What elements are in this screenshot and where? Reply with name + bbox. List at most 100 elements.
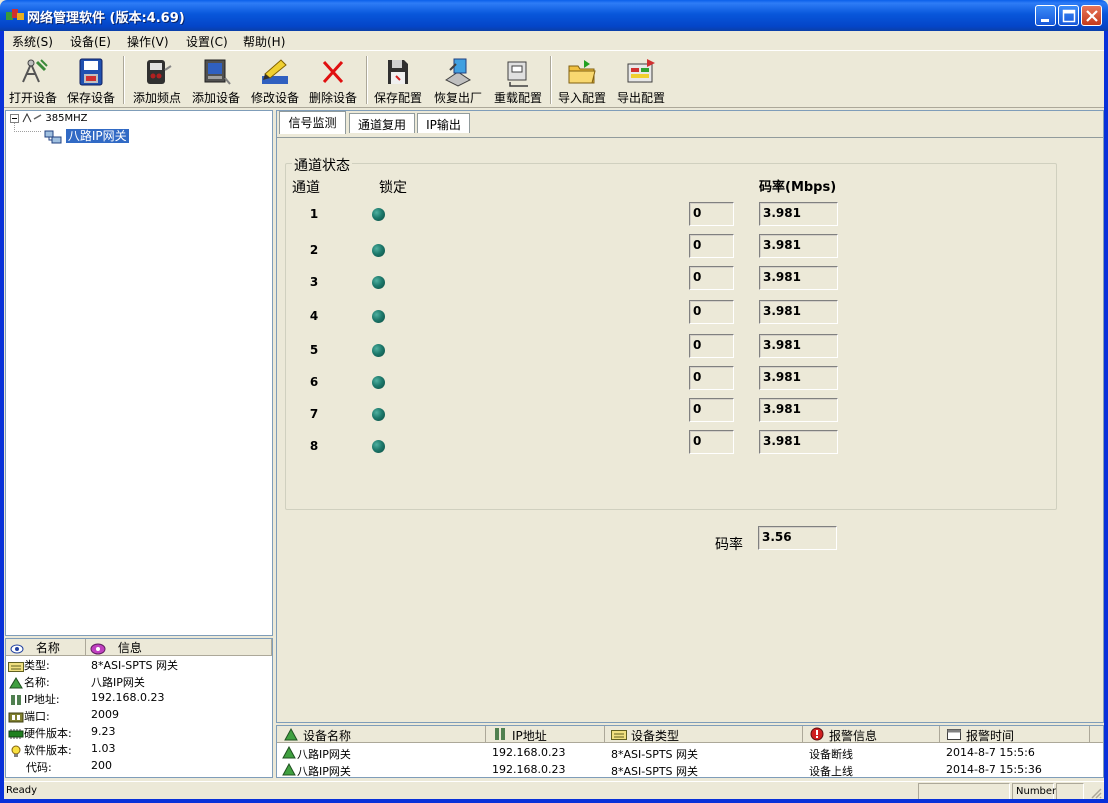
channel-field[interactable]: 0 (689, 398, 734, 422)
info-col-name[interactable]: 名称 (6, 639, 86, 656)
log-col-alarm[interactable]: 报警信息 (803, 726, 940, 743)
minimize-icon (1041, 19, 1049, 22)
import-config-icon (568, 60, 596, 84)
info-value: 八路IP网关 (91, 676, 145, 689)
open-device-button[interactable]: 打开设备 (6, 54, 60, 106)
edit-device-icon (262, 59, 288, 84)
resize-grip-icon[interactable] (1090, 787, 1102, 799)
alarm-log[interactable]: 设备名称 IP地址 设备类型 报警信息 报警时间 八路IP网关 192.168.… (276, 725, 1104, 778)
log-device-name: 八路IP网关 (297, 748, 351, 761)
info-key: 代码: (26, 761, 52, 774)
menu-operate[interactable]: 操作(V) (127, 33, 169, 50)
toolbar-separator (366, 56, 368, 104)
tab-ip-output[interactable]: IP输出 (417, 113, 470, 133)
channel-number: 5 (309, 343, 319, 357)
log-col-label: 报警时间 (966, 729, 1015, 743)
channel-rate-field[interactable]: 3.981 (759, 202, 838, 226)
menu-device[interactable]: 设备(E) (70, 33, 111, 50)
close-icon (1086, 10, 1098, 22)
minimize-button[interactable] (1035, 5, 1056, 26)
tab-channel-mux[interactable]: 通道复用 (349, 113, 415, 133)
log-row[interactable]: 八路IP网关 192.168.0.23 8*ASI-SPTS 网关 设备断线 2… (277, 744, 1103, 761)
channel-rate-field[interactable]: 3.981 (759, 234, 838, 258)
add-frequency-button[interactable]: 添加频点 (128, 54, 186, 106)
channel-status-group: 通道状态 通道 锁定 码率(Mbps) 1 0 3.981 2 0 3.981 … (285, 155, 1057, 510)
close-button[interactable] (1081, 5, 1102, 26)
reload-config-button[interactable]: 重载配置 (490, 54, 546, 106)
open-device-icon (22, 59, 48, 83)
import-config-button[interactable]: 导入配置 (555, 54, 609, 106)
channel-rate-field[interactable]: 3.981 (759, 366, 838, 390)
menu-help[interactable]: 帮助(H) (243, 33, 285, 50)
channel-field[interactable]: 0 (689, 430, 734, 454)
channel-number: 6 (309, 375, 319, 389)
collapse-icon[interactable] (10, 113, 19, 123)
channel-rate-field[interactable]: 3.981 (759, 430, 838, 454)
channel-field[interactable]: 0 (689, 366, 734, 390)
factory-reset-icon (445, 58, 471, 87)
lock-indicator-icon (372, 440, 385, 453)
channel-rate-field[interactable]: 3.981 (759, 398, 838, 422)
tab-signal-monitor[interactable]: 信号监测 (279, 111, 346, 134)
save-device-button[interactable]: 保存设备 (64, 54, 118, 106)
delete-device-icon (322, 60, 344, 84)
info-key: 硬件版本: (24, 727, 72, 740)
channel-rate-field[interactable]: 3.981 (759, 300, 838, 324)
channel-number: 4 (309, 309, 319, 323)
channel-field[interactable]: 0 (689, 334, 734, 358)
edit-device-button[interactable]: 修改设备 (248, 54, 302, 106)
log-time: 2014-8-7 15:5:36 (946, 763, 1042, 776)
save-config-button[interactable]: 保存配置 (371, 54, 425, 106)
toolbar: 打开设备 保存设备 添加频点 添加设备 修改设备 删除设备 保存配置 恢复出厂 … (4, 52, 1104, 108)
export-config-button[interactable]: 导出配置 (614, 54, 668, 106)
title-bar[interactable]: 网络管理软件 (版本:4.69) (0, 0, 1108, 31)
antenna-icon (22, 112, 42, 123)
device-tree[interactable]: 385MHZ 八路IP网关 (5, 110, 273, 636)
info-row-ip: IP地址: 192.168.0.23 (6, 690, 272, 707)
info-row-code: 代码: 200 (6, 758, 272, 775)
open-device-label: 打开设备 (8, 91, 57, 105)
status-cell-extra (1056, 783, 1084, 800)
channel-field[interactable]: 0 (689, 300, 734, 324)
tree-item-gateway[interactable]: 八路IP网关 (44, 127, 129, 144)
save-config-icon (388, 60, 408, 84)
channel-field[interactable]: 0 (689, 202, 734, 226)
log-time: 2014-8-7 15:5:6 (946, 746, 1035, 759)
keyboard-icon (8, 662, 24, 672)
info-col-info[interactable]: 信息 (86, 639, 272, 656)
channel-rate-field[interactable]: 3.981 (759, 266, 838, 290)
total-rate-field[interactable]: 3.56 (758, 526, 837, 550)
total-rate-label: 码率 (715, 537, 743, 553)
menu-system[interactable]: 系统(S) (12, 33, 53, 50)
window-title: 网络管理软件 (版本:4.69) (27, 11, 185, 26)
channel-header: 通道 (292, 180, 320, 196)
channel-number: 1 (309, 207, 319, 221)
lock-indicator-icon (372, 376, 385, 389)
factory-reset-button[interactable]: 恢复出厂 (431, 54, 485, 106)
channel-rate-field[interactable]: 3.981 (759, 334, 838, 358)
info-row-hardware: 硬件版本: 9.23 (6, 724, 272, 741)
log-col-type[interactable]: 设备类型 (605, 726, 803, 743)
eye-icon (10, 644, 24, 653)
add-device-button[interactable]: 添加设备 (189, 54, 243, 106)
lock-indicator-icon (372, 344, 385, 357)
lock-indicator-icon (372, 244, 385, 257)
channel-field[interactable]: 0 (689, 266, 734, 290)
log-row[interactable]: 八路IP网关 192.168.0.23 8*ASI-SPTS 网关 设备上线 2… (277, 761, 1103, 778)
main-panel: 信号监测 通道复用 IP输出 通道状态 通道 锁定 码率(Mbps) 1 0 3… (276, 110, 1104, 723)
info-row-port: 端口: 2009 (6, 707, 272, 724)
info-row-type: 类型: 8*ASI-SPTS 网关 (6, 656, 272, 673)
delete-device-button[interactable]: 删除设备 (306, 54, 360, 106)
menu-settings[interactable]: 设置(C) (186, 33, 228, 50)
hardware-icon (8, 729, 24, 739)
log-col-time[interactable]: 报警时间 (940, 726, 1090, 743)
maximize-button[interactable] (1058, 5, 1079, 26)
log-col-label: IP地址 (512, 729, 547, 743)
rate-header: 码率(Mbps) (759, 180, 837, 195)
info-value: 200 (91, 759, 112, 772)
channel-field[interactable]: 0 (689, 234, 734, 258)
log-col-name[interactable]: 设备名称 (277, 726, 486, 743)
log-col-ip[interactable]: IP地址 (486, 726, 605, 743)
delete-device-label: 删除设备 (308, 91, 357, 105)
network-icon (11, 695, 21, 705)
